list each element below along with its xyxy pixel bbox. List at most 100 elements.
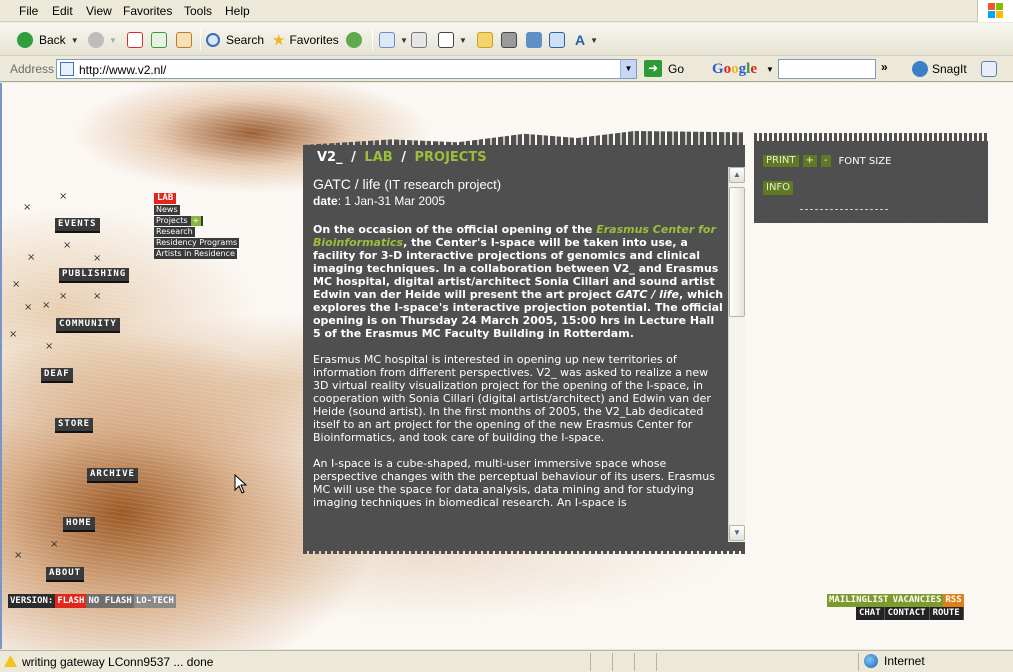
vacancies-link[interactable]: VACANCIES (890, 594, 944, 607)
nav-community[interactable]: COMMUNITY (56, 318, 120, 333)
article-scrollbar[interactable]: ▲ ▼ (728, 167, 745, 542)
menu-help[interactable]: Help (225, 4, 250, 18)
snagit-button[interactable]: SnagIt (912, 61, 997, 77)
lab-heading[interactable]: LAB (154, 193, 177, 204)
window-icon (549, 32, 565, 48)
lab-item-artists-in-residence[interactable]: Artists in Residence (154, 249, 237, 259)
security-zone[interactable]: Internet (864, 654, 925, 668)
mail-dropdown-icon[interactable]: ▼ (400, 36, 408, 45)
chat-link[interactable]: CHAT (855, 607, 885, 620)
projects-expand-plus[interactable]: + (190, 216, 202, 226)
windows-flag-icon (988, 3, 1004, 19)
menu-view[interactable]: View (86, 4, 112, 18)
decor-star: × (27, 252, 36, 263)
breadcrumb-v2[interactable]: V2_ (317, 150, 343, 165)
back-arrow-icon (17, 32, 33, 48)
decor-star: × (23, 202, 32, 213)
go-button[interactable]: ➜ Go (644, 60, 684, 77)
window-button[interactable] (549, 30, 565, 50)
font-button[interactable]: A ▼ (575, 30, 598, 50)
search-icon (206, 33, 220, 47)
version-no-flash[interactable]: NO FLASH (86, 594, 134, 608)
messenger-button[interactable] (501, 30, 517, 50)
scroll-up-icon[interactable]: ▲ (729, 167, 745, 183)
address-dropdown-icon[interactable]: ▼ (620, 60, 636, 78)
breadcrumb-lab[interactable]: LAB (364, 150, 392, 165)
menu-file[interactable]: File (19, 4, 38, 18)
print-button[interactable]: PRINT (763, 155, 799, 167)
lab-item-news[interactable]: News (154, 205, 180, 215)
address-url[interactable]: http://www.v2.nl/ (79, 63, 166, 77)
google-logo[interactable]: Google (712, 61, 757, 78)
home-button[interactable] (176, 30, 192, 50)
forward-button[interactable]: ▼ (88, 30, 117, 50)
favorites-button[interactable]: ★ Favorites (272, 30, 339, 50)
warning-icon[interactable] (4, 655, 17, 667)
print-button[interactable] (411, 30, 427, 50)
history-button[interactable] (346, 30, 362, 50)
decor-star: × (50, 539, 59, 550)
scroll-down-icon[interactable]: ▼ (729, 525, 745, 541)
version-flash[interactable]: FLASH (55, 594, 87, 608)
version-lo-tech[interactable]: LO-TECH (133, 594, 176, 608)
font-dropdown-icon[interactable]: ▼ (590, 36, 598, 45)
back-dropdown-icon[interactable]: ▼ (71, 36, 79, 45)
article-date: date: 1 Jan-31 Mar 2005 (313, 194, 446, 208)
nav-store[interactable]: STORE (55, 418, 94, 433)
nav-about[interactable]: ABOUT (46, 567, 85, 582)
status-divider (656, 653, 657, 671)
mail-button[interactable]: ▼ (379, 30, 408, 50)
nav-deaf[interactable]: DEAF (41, 368, 73, 383)
info-button[interactable]: INFO (763, 181, 794, 195)
menu-tools[interactable]: Tools (184, 4, 212, 18)
google-search-input[interactable] (778, 59, 876, 79)
breadcrumb-projects[interactable]: PROJECTS (415, 150, 487, 165)
stop-icon (127, 32, 143, 48)
stop-button[interactable] (127, 30, 143, 50)
scroll-thumb[interactable] (729, 187, 745, 317)
folder-button[interactable] (477, 30, 493, 50)
contact-link[interactable]: CONTACT (884, 607, 930, 620)
nav-publishing[interactable]: PUBLISHING (59, 268, 130, 283)
font-size-increase[interactable]: + (802, 155, 817, 167)
toolbar-chevron[interactable]: » (881, 60, 888, 74)
footer-links: MAILINGLIST VACANCIES RSS CHAT CONTACT R… (827, 594, 964, 620)
edit-button[interactable]: ▼ (438, 30, 467, 50)
article-scroll-area[interactable]: GATC / life (IT research project) date: … (313, 175, 725, 547)
decor-star: × (42, 300, 51, 311)
menu-edit[interactable]: Edit (52, 4, 73, 18)
nav-events[interactable]: EVENTS (55, 218, 100, 233)
mailinglist-link[interactable]: MAILINGLIST (827, 594, 891, 607)
snagit-window-icon[interactable] (980, 61, 997, 77)
nav-archive[interactable]: ARCHIVE (87, 468, 138, 483)
forward-dropdown-icon[interactable]: ▼ (109, 36, 117, 45)
lab-item-residency-programs[interactable]: Residency Programs (154, 238, 240, 248)
google-dropdown-icon[interactable]: ▼ (766, 65, 774, 74)
research-button[interactable] (526, 30, 542, 50)
footer-row-bottom: CHAT CONTACT ROUTE (827, 607, 964, 620)
menu-favorites[interactable]: Favorites (123, 4, 172, 18)
font-size-decrease[interactable]: - (820, 155, 831, 167)
decor-star: × (59, 191, 68, 202)
address-bar: Address http://www.v2.nl/ ▼ ➜ Go Google … (0, 57, 1013, 82)
lab-submenu: LAB News Projects + Research Residency Pr… (154, 189, 240, 260)
rss-link[interactable]: RSS (943, 594, 964, 607)
messenger-icon (501, 32, 517, 48)
edit-icon (438, 32, 454, 48)
research-icon (526, 32, 542, 48)
forward-arrow-icon (88, 32, 104, 48)
edit-dropdown-icon[interactable]: ▼ (459, 36, 467, 45)
font-size-label: FONT SIZE (838, 155, 892, 167)
address-input[interactable]: http://www.v2.nl/ ▼ (56, 59, 637, 79)
refresh-button[interactable] (151, 30, 167, 50)
lab-item-projects[interactable]: Projects + (154, 216, 204, 226)
status-divider (858, 653, 859, 671)
back-button[interactable]: Back ▼ (17, 30, 79, 50)
lab-item-research[interactable]: Research (154, 227, 195, 237)
nav-home[interactable]: HOME (63, 517, 95, 532)
decor-star: × (45, 341, 54, 352)
article-paragraph: An I-space is a cube-shaped, multi-user … (313, 457, 715, 509)
route-link[interactable]: ROUTE (929, 607, 964, 620)
decor-star: × (9, 329, 18, 340)
search-button[interactable]: Search (206, 30, 264, 50)
